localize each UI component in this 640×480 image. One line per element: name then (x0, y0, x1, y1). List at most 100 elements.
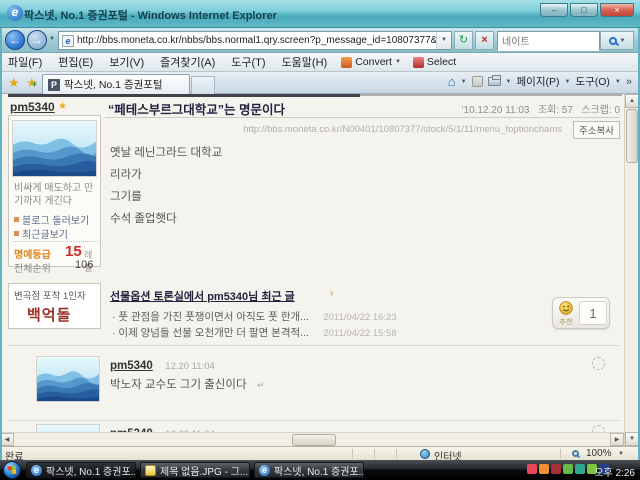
close-button[interactable]: × (600, 3, 634, 17)
maximize-button[interactable]: □ (570, 3, 598, 17)
refresh-button[interactable]: ↻ (454, 31, 473, 50)
menu-bar: 파일(F) 편집(E) 보기(V) 즐겨찾기(A) 도구(T) 도움말(H) C… (0, 53, 640, 72)
toolbar-overflow-icon[interactable]: » (626, 76, 632, 88)
comment-header: pm5340 12.20 11:04 (110, 424, 215, 432)
search-input[interactable] (498, 34, 599, 51)
address-input[interactable] (77, 35, 436, 46)
zoom-icon[interactable] (572, 450, 579, 457)
tray-icon[interactable] (527, 464, 537, 474)
recent-post-date: 2011/04/22 16:23 (323, 312, 396, 323)
address-bar[interactable]: e ▼ (58, 31, 452, 50)
tools-menu-button[interactable]: 도구(O) (575, 74, 609, 89)
comment-body: 박노자 교수도 그기 출신이다 ↵ (110, 375, 265, 393)
comment-stamp-icon[interactable]: · (592, 357, 605, 370)
tray-icon[interactable] (551, 464, 561, 474)
honor-grade-label: 명예등급 (14, 246, 51, 261)
tray-icon[interactable] (539, 464, 549, 474)
new-tab-stub[interactable] (191, 76, 215, 94)
internet-zone-icon (420, 449, 430, 459)
page-header-remnant (8, 94, 360, 97)
horizontal-scrollbar[interactable]: ◀ ▶ (0, 432, 624, 446)
back-button[interactable]: ← (5, 30, 25, 50)
favorites-center-icon[interactable]: ★ (8, 75, 20, 91)
page-content: pm5340 ★ “페테스부르그대학교”는 명문이다 '10.12.20 11:… (0, 94, 640, 432)
comment-author-link[interactable]: pm5340 (110, 360, 153, 372)
select-button[interactable]: Select (407, 56, 462, 68)
mountain-avatar-image (37, 357, 100, 402)
taskbar-button-paxnet-1[interactable]: e 팍스넷, No.1 증권포... (26, 462, 136, 478)
scroll-down-icon[interactable]: ▼ (625, 432, 639, 446)
taskbar-button-image-viewer[interactable]: 제목 없음.JPG - 그... (140, 462, 250, 478)
post-author-link[interactable]: pm5340 (10, 100, 55, 114)
page-dropdown-icon[interactable]: ▼ (564, 79, 570, 85)
home-icon[interactable]: ⌂ (448, 74, 456, 89)
banner-text: 변곡점 포착 1인자 (14, 288, 86, 302)
forward-button[interactable]: → (27, 30, 47, 50)
zoom-dropdown-icon[interactable]: ▼ (618, 451, 624, 457)
recommend-widget[interactable]: 추천 1 (552, 297, 610, 329)
menu-view[interactable]: 보기(V) (101, 54, 152, 70)
windows-logo-icon (8, 466, 17, 475)
horizontal-scroll-thumb[interactable] (292, 434, 336, 446)
menu-edit[interactable]: 편집(E) (50, 54, 101, 70)
history-dropdown-icon[interactable]: ▼ (49, 36, 55, 42)
recent-post-item[interactable]: · 이제 양넘들 선물 오천개만 더 팔면 본격적... 2011/04/22 … (112, 323, 397, 341)
menu-favorites[interactable]: 즐겨찾기(A) (152, 54, 223, 70)
tray-icon[interactable] (563, 464, 573, 474)
profile-divider (13, 241, 98, 242)
vertical-scrollbar[interactable]: ▲ ▼ (624, 94, 638, 446)
minimize-button[interactable]: ‒ (540, 3, 568, 17)
profile-blog-link[interactable]: 블로그 둘러보기 (14, 212, 89, 227)
bullet-icon (14, 217, 19, 222)
print-icon[interactable] (488, 77, 501, 86)
section-divider (8, 345, 620, 346)
zoom-level[interactable]: 100% (586, 448, 612, 459)
ie-icon: e (31, 465, 42, 476)
menu-help[interactable]: 도움말(H) (274, 54, 336, 70)
start-button[interactable] (3, 461, 21, 479)
feed-icon[interactable] (472, 76, 483, 87)
page-menu-button[interactable]: 페이지(P) (517, 74, 560, 89)
post-title: “페테스부르그대학교”는 명문이다 (108, 99, 285, 118)
window-title: 팍스넷, No.1 증권포털 - Windows Internet Explor… (24, 7, 277, 23)
scroll-right-icon[interactable]: ▶ (610, 433, 624, 446)
command-bar: ⌂ ▼ ▼ 페이지(P) ▼ 도구(O) ▼ » (448, 74, 632, 89)
add-favorite-icon[interactable]: ★+ (26, 75, 38, 91)
post-scrap: 스크랩: 0 (581, 105, 620, 116)
search-dropdown-icon[interactable]: ▼ (620, 38, 626, 44)
search-button[interactable]: ▼ (600, 31, 634, 50)
recent-posts-heading[interactable]: 선물옵션 토론실에서 pm5340님 최근 글 (110, 288, 295, 304)
scroll-left-icon[interactable]: ◀ (0, 433, 14, 446)
search-box[interactable] (497, 31, 600, 50)
rank-label: 전체순위 (14, 260, 51, 275)
reply-arrow-icon: ↵ (257, 380, 265, 390)
post-date: '10.12.20 11:03 (462, 105, 530, 116)
post-views: 조회: 57 (538, 105, 573, 116)
comment-divider (8, 420, 620, 421)
taskbar-button-paxnet-2[interactable]: e 팍스넷, No.1 증권포... (254, 462, 364, 478)
tools-dropdown-icon[interactable]: ▼ (615, 79, 621, 85)
image-file-icon (145, 465, 156, 476)
stop-button[interactable]: × (475, 31, 494, 50)
banner-box[interactable]: 변곡점 포착 1인자 백억돌 (8, 283, 101, 329)
convert-button[interactable]: Convert ▼ (335, 56, 407, 68)
vertical-scroll-thumb[interactable] (626, 109, 638, 163)
ie-window: e 팍스넷, No.1 증권포털 - Windows Internet Expl… (0, 0, 640, 480)
menu-tools[interactable]: 도구(T) (223, 54, 273, 70)
select-icon (413, 57, 424, 68)
comment-stamp-icon[interactable]: · (592, 425, 605, 432)
profile-recent-link[interactable]: 최근글보기 (14, 226, 68, 241)
comment-avatar (36, 424, 100, 432)
copy-url-button[interactable]: 주소복사 (573, 121, 620, 139)
recommend-count: 1 (579, 301, 607, 325)
tab-favicon-icon: P (48, 79, 60, 91)
print-dropdown-icon[interactable]: ▼ (506, 79, 512, 85)
home-dropdown-icon[interactable]: ▼ (461, 79, 467, 85)
menu-file[interactable]: 파일(F) (0, 54, 50, 70)
tab-paxnet[interactable]: P 팍스넷, No.1 증권포털 (42, 74, 190, 94)
address-dropdown-icon[interactable]: ▼ (436, 32, 451, 49)
rank-value: 106 (75, 259, 93, 271)
scroll-up-icon[interactable]: ▲ (625, 94, 639, 108)
convert-dropdown-icon[interactable]: ▼ (395, 59, 401, 65)
tray-icon[interactable] (575, 464, 585, 474)
